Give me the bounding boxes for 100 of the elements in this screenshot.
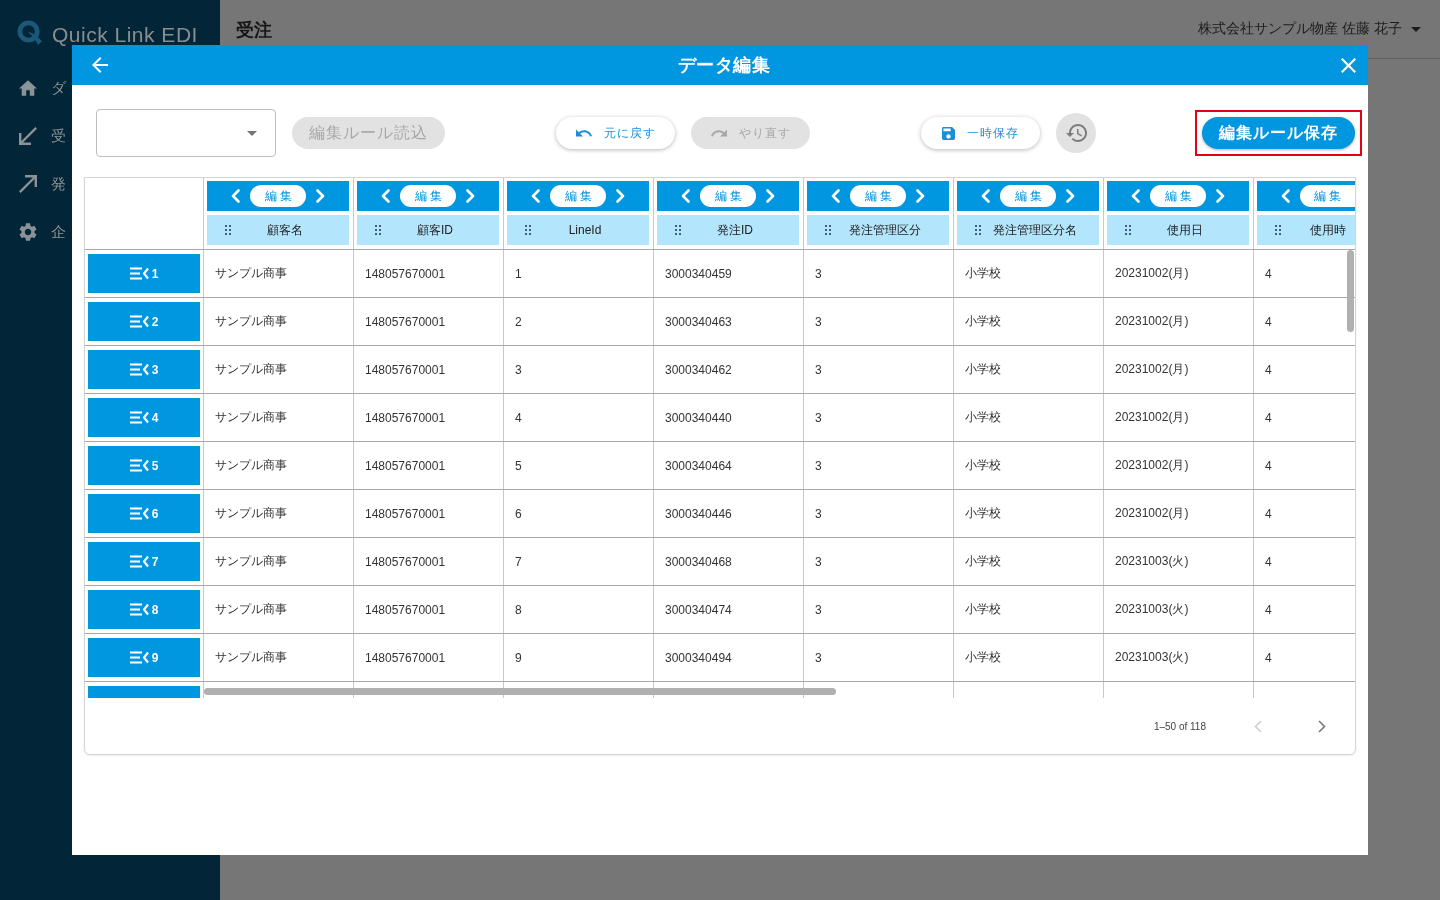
nav-item[interactable]: ダ bbox=[0, 64, 66, 112]
table-cell: 3000340446 bbox=[654, 490, 804, 537]
table-cell: サンプル商事 bbox=[204, 586, 354, 633]
row-button[interactable]: 6 bbox=[88, 494, 200, 533]
table-cell: 小学校 bbox=[954, 442, 1104, 489]
edit-button[interactable]: 編集 bbox=[850, 185, 906, 207]
chevron-left-icon[interactable] bbox=[831, 189, 840, 203]
column-title: LineId bbox=[567, 223, 603, 237]
temp-save-button[interactable]: 一時保存 bbox=[921, 117, 1040, 149]
chevron-left-icon[interactable] bbox=[681, 189, 690, 203]
table-cell: 20231002(月) bbox=[1104, 250, 1254, 297]
table-cell-text: 4 bbox=[1264, 313, 1273, 331]
edit-button[interactable]: 編集 bbox=[1000, 185, 1056, 207]
row-button[interactable]: 1 bbox=[88, 254, 200, 293]
history-icon bbox=[1065, 124, 1087, 142]
chevron-right-icon[interactable] bbox=[316, 189, 325, 203]
drag-handle-icon[interactable] bbox=[1125, 225, 1131, 235]
table-cell: 148057670001 bbox=[354, 250, 504, 297]
table-cell: 20231003(火) bbox=[1104, 586, 1254, 633]
lines-chevron-icon bbox=[129, 555, 149, 568]
table-cell: 20231002(月) bbox=[1104, 442, 1254, 489]
undo-button[interactable]: 元に戻す bbox=[556, 117, 675, 149]
chevron-right-icon[interactable] bbox=[616, 189, 625, 203]
user-menu[interactable]: 株式会社サンプル物産 佐藤 花子 bbox=[1198, 20, 1421, 38]
chevron-left-icon[interactable] bbox=[231, 189, 240, 203]
chevron-left-icon[interactable] bbox=[531, 189, 540, 203]
table-cell: 20231003(火) bbox=[1104, 538, 1254, 585]
table-cell: 小学校 bbox=[954, 538, 1104, 585]
edit-button[interactable]: 編集 bbox=[700, 185, 756, 207]
table-cell: サンプル商事 bbox=[204, 250, 354, 297]
dialog-title: データ編集 bbox=[677, 54, 771, 77]
table-cell: サンプル商事 bbox=[204, 538, 354, 585]
edit-button[interactable]: 編集 bbox=[1300, 185, 1355, 207]
lines-chevron-icon bbox=[129, 603, 149, 616]
row-button[interactable]: 5 bbox=[88, 446, 200, 485]
table-cell: サンプル商事 bbox=[204, 346, 354, 393]
table-cell: 5 bbox=[504, 442, 654, 489]
table-cell: 148057670001 bbox=[354, 346, 504, 393]
edit-button[interactable]: 編集 bbox=[250, 185, 306, 207]
table-cell-text: 4 bbox=[1264, 265, 1273, 283]
drag-handle-icon[interactable] bbox=[825, 225, 831, 235]
save-rule-button[interactable]: 編集ルール保存 bbox=[1202, 117, 1355, 149]
table-cell: 小学校 bbox=[954, 634, 1104, 681]
nav-item[interactable]: 受 bbox=[0, 112, 66, 160]
drag-handle-icon[interactable] bbox=[225, 225, 231, 235]
drag-handle-icon[interactable] bbox=[675, 225, 681, 235]
table-cell-text: 4 bbox=[1264, 601, 1273, 619]
logo-icon bbox=[17, 20, 42, 45]
table-cell: 3 bbox=[804, 346, 954, 393]
rule-select[interactable] bbox=[96, 109, 276, 157]
drag-handle-icon[interactable] bbox=[525, 225, 531, 235]
table-cell: 3 bbox=[804, 538, 954, 585]
save-icon bbox=[942, 126, 955, 140]
edit-button[interactable]: 編集 bbox=[400, 185, 456, 207]
table-cell: 20231002(月) bbox=[1104, 394, 1254, 441]
redo-icon bbox=[710, 129, 727, 137]
chevron-left-icon[interactable] bbox=[1131, 189, 1140, 203]
table-cell: 148057670001 bbox=[354, 586, 504, 633]
row-button[interactable]: 9 bbox=[88, 638, 200, 677]
column-title: 顧客ID bbox=[416, 221, 454, 239]
table-cell: 3 bbox=[804, 586, 954, 633]
chevron-left-icon[interactable] bbox=[981, 189, 990, 203]
table-cell: サンプル商事 bbox=[204, 490, 354, 537]
row-button[interactable]: 4 bbox=[88, 398, 200, 437]
chevron-right-icon[interactable] bbox=[1216, 189, 1225, 203]
row-button[interactable]: 7 bbox=[88, 542, 200, 581]
drag-handle-icon[interactable] bbox=[375, 225, 381, 235]
row-button[interactable]: 2 bbox=[88, 302, 200, 341]
column-title: 発注管理区分 bbox=[848, 221, 922, 239]
row-button[interactable]: 8 bbox=[88, 590, 200, 629]
caret-icon bbox=[1411, 26, 1421, 32]
drag-handle-icon[interactable] bbox=[975, 225, 981, 235]
nav-item[interactable]: 企 bbox=[0, 208, 66, 256]
home-icon bbox=[19, 79, 37, 97]
close-button[interactable] bbox=[1341, 57, 1356, 73]
drag-handle-icon[interactable] bbox=[1275, 225, 1281, 235]
chevron-left-icon[interactable] bbox=[1281, 189, 1290, 203]
chevron-right-icon[interactable] bbox=[466, 189, 475, 203]
back-button[interactable] bbox=[92, 57, 108, 73]
lines-chevron-icon bbox=[129, 651, 149, 664]
table-cell: 20231002(月) bbox=[1104, 298, 1254, 345]
column-title: 使用日 bbox=[1166, 221, 1204, 239]
table-cell: 8 bbox=[504, 586, 654, 633]
table-cell-text: 4 bbox=[1264, 361, 1273, 379]
table-cell: 4 bbox=[504, 394, 654, 441]
chevron-left-icon[interactable] bbox=[381, 189, 390, 203]
horizontal-scrollbar[interactable] bbox=[204, 688, 836, 695]
nav-item[interactable]: 発 bbox=[0, 160, 66, 208]
chevron-right-icon[interactable] bbox=[766, 189, 775, 203]
chevron-right-icon[interactable] bbox=[916, 189, 925, 203]
gear-icon bbox=[19, 223, 37, 241]
back-arrow-icon bbox=[92, 57, 108, 73]
table-cell: 小学校 bbox=[954, 346, 1104, 393]
edit-button[interactable]: 編集 bbox=[1150, 185, 1206, 207]
edit-button[interactable]: 編集 bbox=[550, 185, 606, 207]
vertical-scrollbar[interactable] bbox=[1347, 250, 1354, 332]
table-cell: 3000340459 bbox=[654, 250, 804, 297]
table-cell: 6 bbox=[504, 490, 654, 537]
chevron-right-icon[interactable] bbox=[1066, 189, 1075, 203]
row-button[interactable]: 3 bbox=[88, 350, 200, 389]
